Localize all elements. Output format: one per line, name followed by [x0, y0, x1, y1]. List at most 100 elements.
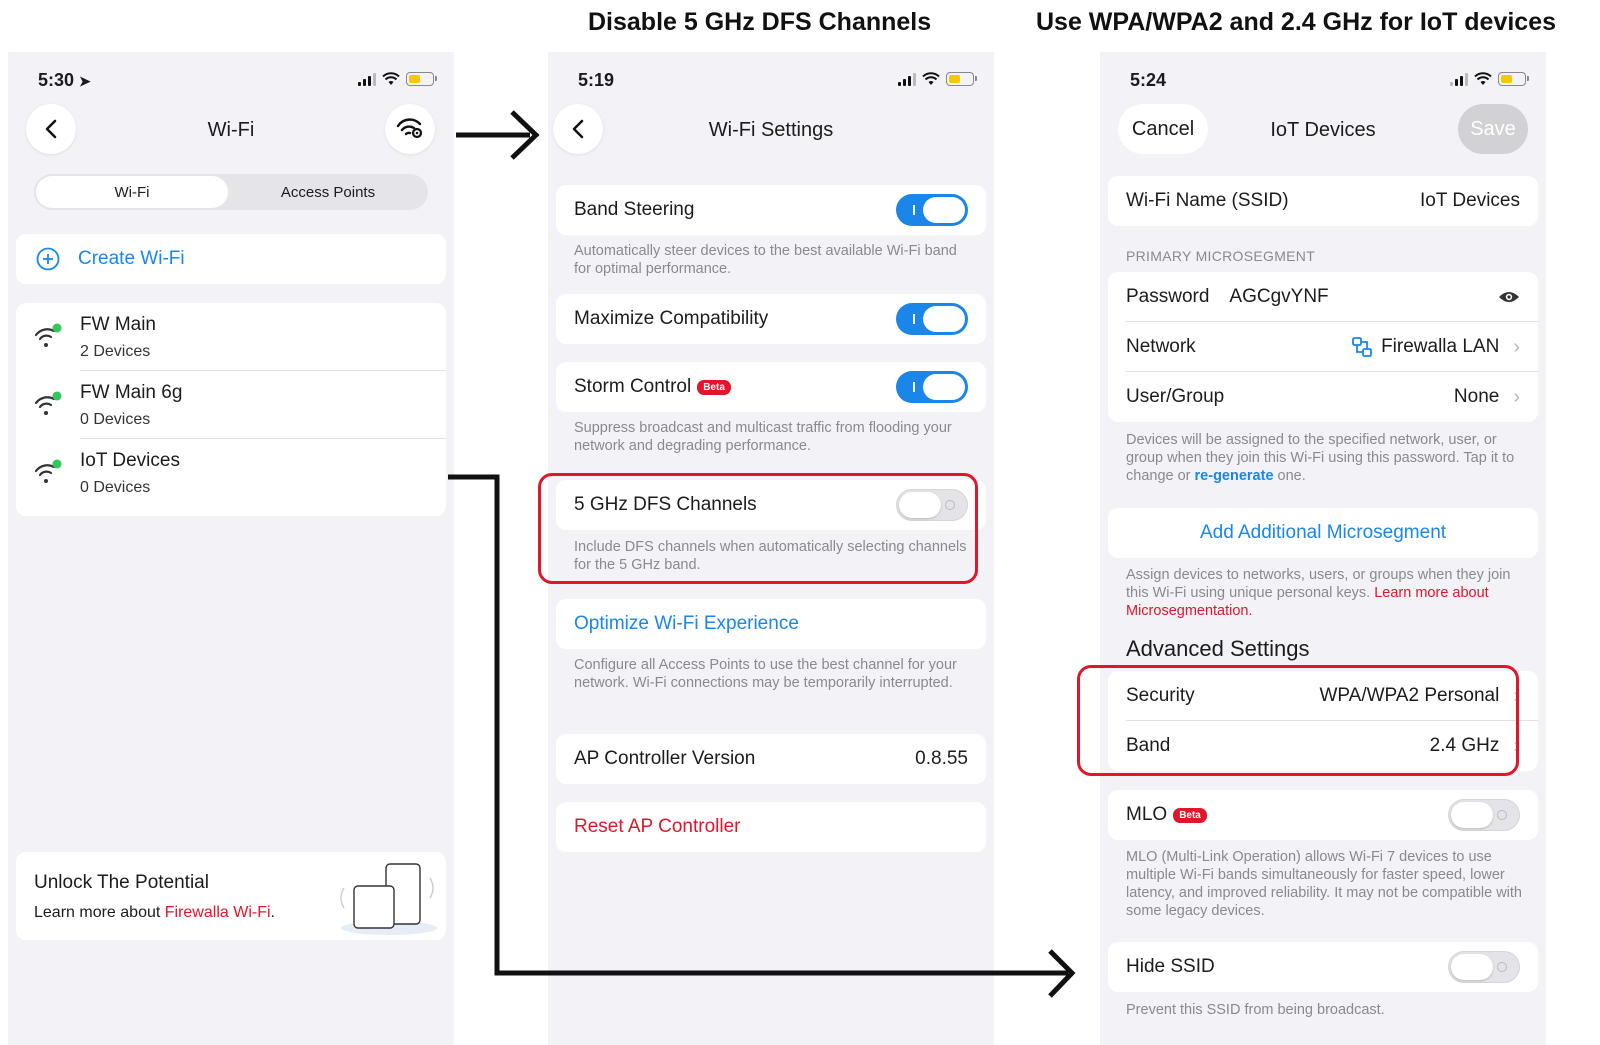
heading-disable-dfs: Disable 5 GHz DFS Channels: [588, 8, 932, 36]
status-time: 5:30 ➤: [38, 70, 91, 90]
create-wifi-label: Create Wi-Fi: [78, 248, 185, 269]
max-compat-label: Maximize Compatibility: [574, 308, 769, 329]
regenerate-link[interactable]: re-generate: [1195, 468, 1274, 484]
hide-ssid-row: Hide SSID: [1108, 942, 1538, 992]
network-topology-icon: [1352, 337, 1372, 357]
eye-icon[interactable]: [1498, 290, 1520, 304]
wifi-status-icon: [1474, 72, 1492, 85]
band-steering-toggle[interactable]: [896, 194, 968, 226]
heading-wpa-iot: Use WPA/WPA2 and 2.4 GHz for IoT devices: [1036, 8, 1557, 36]
wifi-network-list: FW Main 2 Devices FW Main 6g 0 Devices I…: [16, 303, 446, 516]
password-row[interactable]: Password AGCgvYNF: [1108, 272, 1538, 322]
add-microsegment-row[interactable]: Add Additional Microsegment: [1108, 508, 1538, 558]
network-device-count: 0 Devices: [80, 411, 151, 428]
battery-icon: [946, 72, 977, 86]
optimize-wifi-note: Configure all Access Points to use the b…: [574, 657, 957, 691]
storm-control-label: Storm Control: [574, 376, 692, 397]
network-name: FW Main 6g: [80, 382, 183, 403]
wifi-status-icon: [922, 72, 940, 85]
mlo-toggle[interactable]: [1448, 799, 1520, 831]
status-bar: 5:24: [1100, 70, 1546, 92]
battery-icon: [406, 72, 437, 86]
dfs-highlight-box: [538, 473, 978, 584]
reset-ap-label: Reset AP Controller: [574, 816, 741, 837]
primary-microsegment-header: PRIMARY MICROSEGMENT: [1126, 248, 1316, 264]
status-icons: [358, 72, 437, 86]
signal-icon: [1450, 72, 1468, 86]
beta-badge: Beta: [697, 379, 731, 395]
nav-bar: Wi-Fi: [8, 104, 454, 156]
network-label: Network: [1126, 336, 1196, 357]
assign-note: Devices will be assigned to the specifie…: [1126, 432, 1515, 484]
reset-ap-row[interactable]: Reset AP Controller: [556, 802, 986, 852]
wifi-list-screen: 5:30 ➤ Wi-Fi Wi-Fi Access Points Create …: [8, 52, 454, 1045]
location-arrow-icon: ➤: [79, 73, 91, 89]
network-row[interactable]: Network Firewalla LAN ›: [1108, 322, 1538, 372]
password-value: AGCgvYNF: [1229, 286, 1329, 307]
ssid-row[interactable]: Wi-Fi Name (SSID) IoT Devices: [1108, 176, 1538, 226]
access-point-device-illustration: [340, 863, 437, 935]
band-steering-label: Band Steering: [574, 199, 695, 220]
status-bar: 5:30 ➤: [8, 70, 454, 92]
tab-access-points[interactable]: Access Points: [228, 174, 428, 210]
status-icons: [898, 72, 977, 86]
wifi-status-icon: [382, 72, 400, 85]
optimize-wifi-row[interactable]: Optimize Wi-Fi Experience: [556, 599, 986, 649]
signal-icon: [898, 72, 916, 86]
ap-version-value: 0.8.55: [915, 748, 968, 769]
wifi-settings-button[interactable]: [385, 104, 435, 154]
hide-ssid-label: Hide SSID: [1126, 956, 1215, 977]
password-label: Password: [1126, 286, 1210, 307]
hide-ssid-toggle[interactable]: [1448, 951, 1520, 983]
band-steering-row: Band Steering: [556, 185, 986, 235]
max-compat-row: Maximize Compatibility: [556, 294, 986, 344]
nav-bar: Cancel IoT Devices Save: [1100, 104, 1546, 156]
page-title: Wi-Fi Settings: [708, 119, 834, 141]
security-band-highlight-box: [1077, 665, 1519, 776]
plus-circle-icon: [36, 247, 60, 271]
signal-icon: [358, 72, 376, 86]
ssid-label: Wi-Fi Name (SSID): [1126, 190, 1289, 211]
create-wifi-row[interactable]: Create Wi-Fi: [16, 234, 446, 284]
status-time: 5:19: [578, 70, 615, 90]
user-group-value: None: [1453, 386, 1500, 407]
ap-version-row: AP Controller Version 0.8.55: [556, 734, 986, 784]
firewalla-wifi-link[interactable]: Firewalla Wi-Fi: [165, 904, 271, 921]
promo-title: Unlock The Potential: [34, 872, 209, 893]
save-button[interactable]: Save: [1458, 104, 1528, 154]
network-name: IoT Devices: [80, 450, 180, 471]
list-item[interactable]: FW Main 6g 0 Devices: [16, 371, 446, 439]
list-item[interactable]: IoT Devices 0 Devices: [16, 439, 446, 507]
iot-devices-screen: 5:24 Cancel IoT Devices Save Wi-Fi Name …: [1100, 52, 1546, 1045]
segmented-control: Wi-Fi Access Points: [34, 174, 428, 210]
optimize-wifi-label: Optimize Wi-Fi Experience: [574, 613, 799, 634]
wifi-gear-icon: [396, 118, 423, 139]
status-icons: [1450, 72, 1529, 86]
nav-bar: Wi-Fi Settings: [548, 104, 994, 156]
promo-card[interactable]: Unlock The Potential Learn more about Fi…: [16, 852, 446, 940]
mlo-note: MLO (Multi-Link Operation) allows Wi-Fi …: [1126, 849, 1522, 919]
ssid-value: IoT Devices: [1420, 190, 1520, 211]
wifi-active-icon: [34, 323, 62, 347]
advanced-settings-title: Advanced Settings: [1126, 636, 1310, 661]
network-name: FW Main: [80, 314, 156, 335]
storm-control-note: Suppress broadcast and multicast traffic…: [574, 420, 952, 454]
tab-wifi[interactable]: Wi-Fi: [36, 176, 228, 208]
chevron-right-icon: ›: [1513, 385, 1520, 408]
beta-badge: Beta: [1173, 807, 1207, 823]
user-group-row[interactable]: User/Group None ›: [1108, 372, 1538, 422]
list-item[interactable]: FW Main 2 Devices: [16, 303, 446, 371]
primary-microsegment-card: Password AGCgvYNF Network Firewalla LAN ›…: [1108, 272, 1538, 422]
max-compat-toggle[interactable]: [896, 303, 968, 335]
storm-control-toggle[interactable]: [896, 371, 968, 403]
ap-version-label: AP Controller Version: [574, 748, 756, 769]
mlo-label: MLO: [1126, 804, 1168, 825]
add-microsegment-label: Add Additional Microsegment: [1199, 522, 1447, 543]
battery-icon: [1498, 72, 1529, 86]
wifi-active-icon: [34, 459, 62, 483]
arrow-to-settings: [456, 110, 540, 160]
microsegment-note: Assign devices to networks, users, or gr…: [1126, 567, 1511, 619]
user-group-label: User/Group: [1126, 386, 1225, 407]
status-bar: 5:19: [548, 70, 994, 92]
band-steering-note: Automatically steer devices to the best …: [574, 243, 957, 277]
